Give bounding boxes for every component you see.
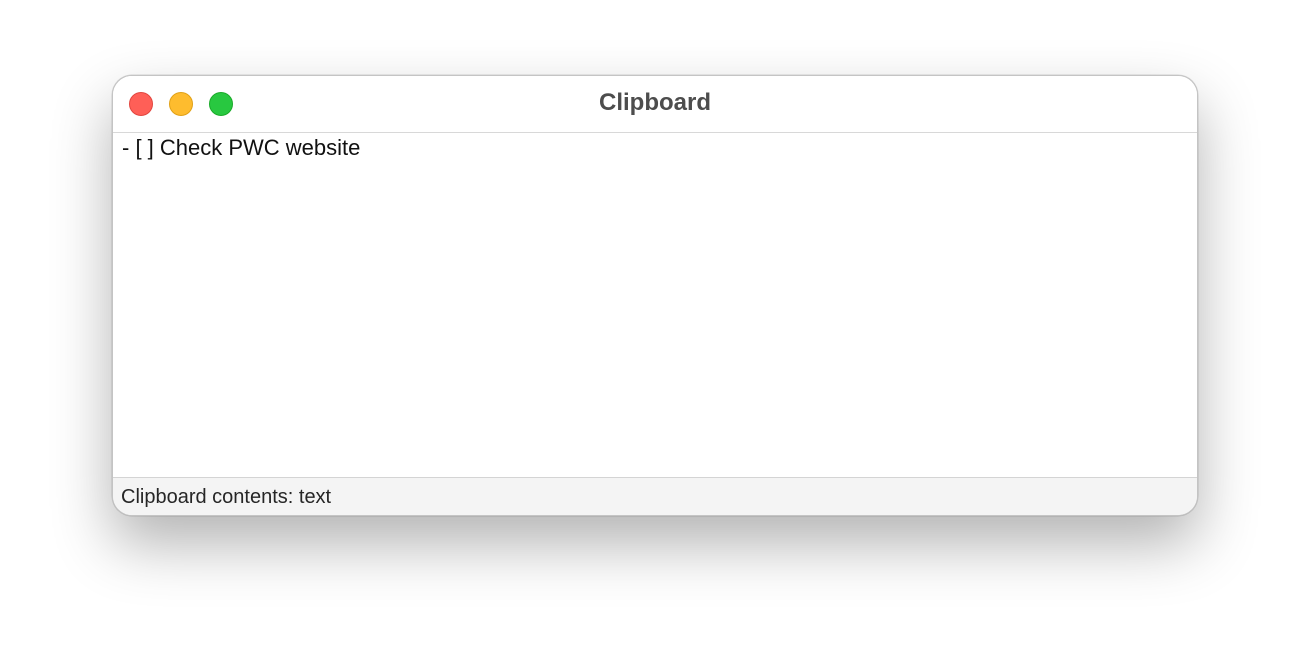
title-bar[interactable]: Clipboard [113,76,1197,133]
window-title: Clipboard [599,89,711,116]
status-text: Clipboard contents: text [121,486,332,508]
clipboard-text[interactable]: - [ ] Check PWC website [122,134,360,162]
clipboard-window: Clipboard - [ ] Check PWC website Clipbo… [112,75,1198,516]
clipboard-content-area[interactable]: - [ ] Check PWC website [113,133,1197,477]
status-bar: Clipboard contents: text [113,477,1197,515]
